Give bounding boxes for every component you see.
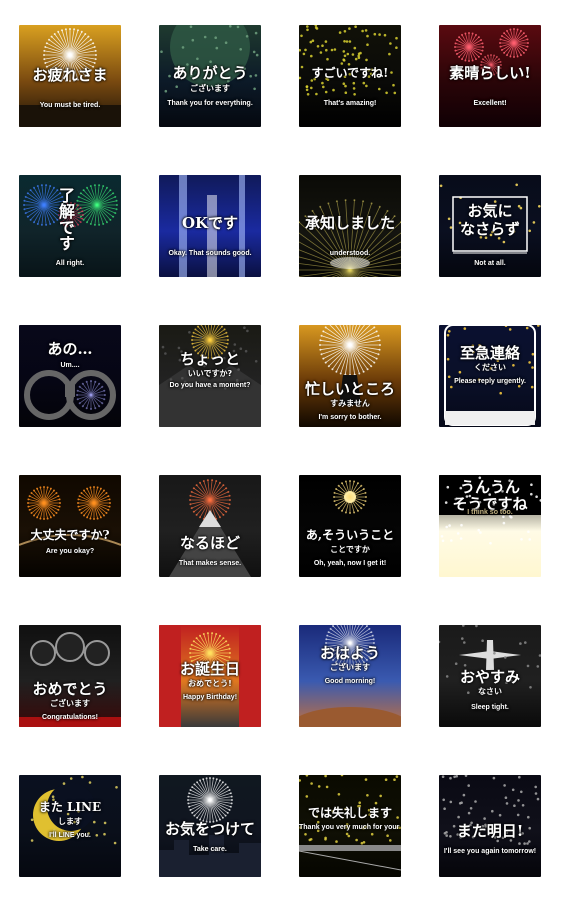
sticker-tile[interactable]: お気をつけて Take care. — [159, 775, 261, 877]
fireworks-illustration — [444, 325, 540, 426]
sticker-english-text: Sleep tight. — [471, 704, 509, 711]
sticker-english-text: All right. — [55, 260, 85, 267]
sticker-english-text: Please reply urgently. — [454, 378, 526, 385]
sticker-english-text: Excellent! — [473, 100, 507, 107]
fireworks-illustration — [319, 325, 381, 405]
sticker-english-text: Do you have a moment? — [169, 382, 251, 389]
sticker-japanese-text: お疲れさま — [32, 66, 108, 84]
sticker-japanese-text: 忙しいところ — [304, 380, 395, 398]
sticker-english-text: Um.... — [60, 362, 80, 369]
sticker-subtext: なさい — [478, 687, 502, 696]
sticker-tile[interactable]: では失礼します Thank you very much for your time… — [299, 775, 401, 877]
sticker-subtext: ございます — [330, 663, 370, 672]
sticker-english-text: Take care. — [193, 846, 227, 853]
sticker-japanese-text: 至急連絡 — [459, 344, 520, 362]
sticker-japanese-text: OKです — [181, 214, 239, 232]
sticker-english-text: Thank you for everything. — [167, 100, 253, 107]
sticker-tile[interactable]: ちょっと いいですか? Do you have a moment? — [159, 325, 261, 427]
fireworks-illustration — [299, 625, 401, 727]
sticker-japanese-text: お気に — [467, 202, 513, 220]
sticker-tile[interactable]: 大丈夫ですか? Are you okay? — [19, 475, 121, 577]
sticker-japanese-text: あ,そういうこと — [305, 528, 395, 542]
sticker-japanese-text: また LINE — [38, 800, 102, 814]
sticker-subtext: ございます — [50, 699, 90, 708]
sticker-tile[interactable]: おやすみ なさい Sleep tight. — [439, 625, 541, 727]
sticker-subtext: ことですか — [330, 545, 370, 554]
sticker-japanese-text: あの… — [47, 340, 93, 358]
sticker-tile[interactable]: お誕生日 おめでとう! Happy Birthday! — [159, 625, 261, 727]
fireworks-illustration — [19, 632, 121, 727]
sticker-tile[interactable]: 素晴らしい! Excellent! — [439, 25, 541, 127]
sticker-japanese-text: おめでとう — [32, 680, 108, 698]
sticker-grid: お疲れさま You must be tired. ありがとうございます Thank y… — [0, 0, 562, 900]
sticker-japanese-text: 大丈夫ですか? — [30, 528, 110, 542]
sticker-english-text: Congratulations! — [42, 714, 98, 721]
fireworks-illustration — [19, 486, 121, 546]
sticker-english-text: Happy Birthday! — [182, 694, 238, 701]
sticker-subtext: ください — [474, 363, 506, 372]
sticker-japanese-text: 素晴らしい! — [449, 64, 531, 82]
sticker-tile[interactable]: お疲れさま You must be tired. — [19, 25, 121, 127]
sticker-english-text: You must be tired. — [39, 102, 101, 109]
sticker-tile[interactable]: おめでとう ございます Congratulations! — [19, 625, 121, 727]
sticker-japanese-text: おやすみ — [459, 668, 520, 686]
sticker-tile[interactable]: 承知しました understood. — [299, 175, 401, 277]
sticker-tile[interactable]: あの… Um.... — [19, 325, 121, 427]
sticker-japanese-text: ちょっと — [179, 350, 240, 368]
sticker-subtext: なさらず — [460, 220, 520, 238]
sticker-japanese-text: すごいですね! — [311, 66, 389, 80]
sticker-japanese-text: では失礼します — [307, 806, 392, 820]
sticker-japanese-text: また明日! — [456, 822, 524, 840]
sticker-english-text: I'm sorry to bother. — [318, 414, 382, 421]
sticker-tile[interactable]: また明日! I'll see you again tomorrow! — [439, 775, 541, 877]
sticker-japanese-text: お誕生日 — [179, 660, 240, 678]
sticker-japanese-text: お気をつけて — [164, 820, 255, 838]
sticker-english-text: I'll LINE you. — [49, 832, 91, 839]
sticker-tile[interactable]: 了解です All right. — [19, 175, 121, 277]
sticker-japanese-text: 承知しました — [304, 214, 395, 232]
sticker-japanese-text: ありがとう — [172, 64, 248, 82]
sticker-tile[interactable]: ありがとうございます Thank you for everything. — [159, 25, 261, 127]
sticker-tile[interactable]: お気に なさらず Not at all. — [439, 175, 541, 277]
sticker-japanese-text: うんうん — [459, 478, 520, 496]
sticker-subtext: すみません — [330, 399, 370, 408]
sticker-tile[interactable]: OKです Okay. That sounds good. — [159, 175, 261, 277]
sticker-english-text: Thank you very much for your time. — [299, 824, 401, 831]
sticker-tile[interactable]: 至急連絡 ください Please reply urgently. — [439, 325, 541, 427]
sticker-english-text: Oh, yeah, now I get it! — [313, 560, 387, 567]
sticker-japanese-text: おはよう — [319, 644, 380, 662]
sticker-english-text: Okay. That sounds good. — [168, 250, 252, 257]
sticker-subtext: します — [58, 817, 82, 826]
sticker-tile[interactable]: おはよう ございます Good morning! — [299, 625, 401, 727]
sticker-subtext: おめでとう! — [188, 679, 232, 688]
sticker-japanese-text: なるほど — [179, 534, 240, 552]
sticker-subtext: ございます — [190, 84, 230, 93]
sticker-tile[interactable]: うんうん そうですね I think so too. — [439, 475, 541, 577]
sticker-english-text: Good morning! — [324, 678, 376, 685]
sticker-english-text: That's amazing! — [323, 100, 377, 107]
sticker-tile[interactable]: すごいですね! That's amazing! — [299, 25, 401, 127]
sticker-english-text: understood. — [329, 250, 371, 257]
sticker-tile[interactable]: また LINE します I'll LINE you. — [19, 775, 121, 877]
sticker-tile[interactable]: なるほど That makes sense. — [159, 475, 261, 577]
sticker-japanese-text: 了解です — [56, 187, 75, 251]
sticker-english-text: I'll see you again tomorrow! — [443, 848, 537, 855]
sticker-tile[interactable]: あ,そういうことことですか Oh, yeah, now I get it! — [299, 475, 401, 577]
sticker-english-text: I think so too. — [467, 509, 513, 516]
sticker-subtext: いいですか? — [187, 369, 233, 378]
sticker-english-text: That makes sense. — [178, 560, 242, 567]
sticker-tile[interactable]: 忙しいところ すみません I'm sorry to bother. — [299, 325, 401, 427]
sticker-english-text: Not at all. — [474, 260, 506, 267]
sticker-english-text: Are you okay? — [45, 548, 95, 555]
